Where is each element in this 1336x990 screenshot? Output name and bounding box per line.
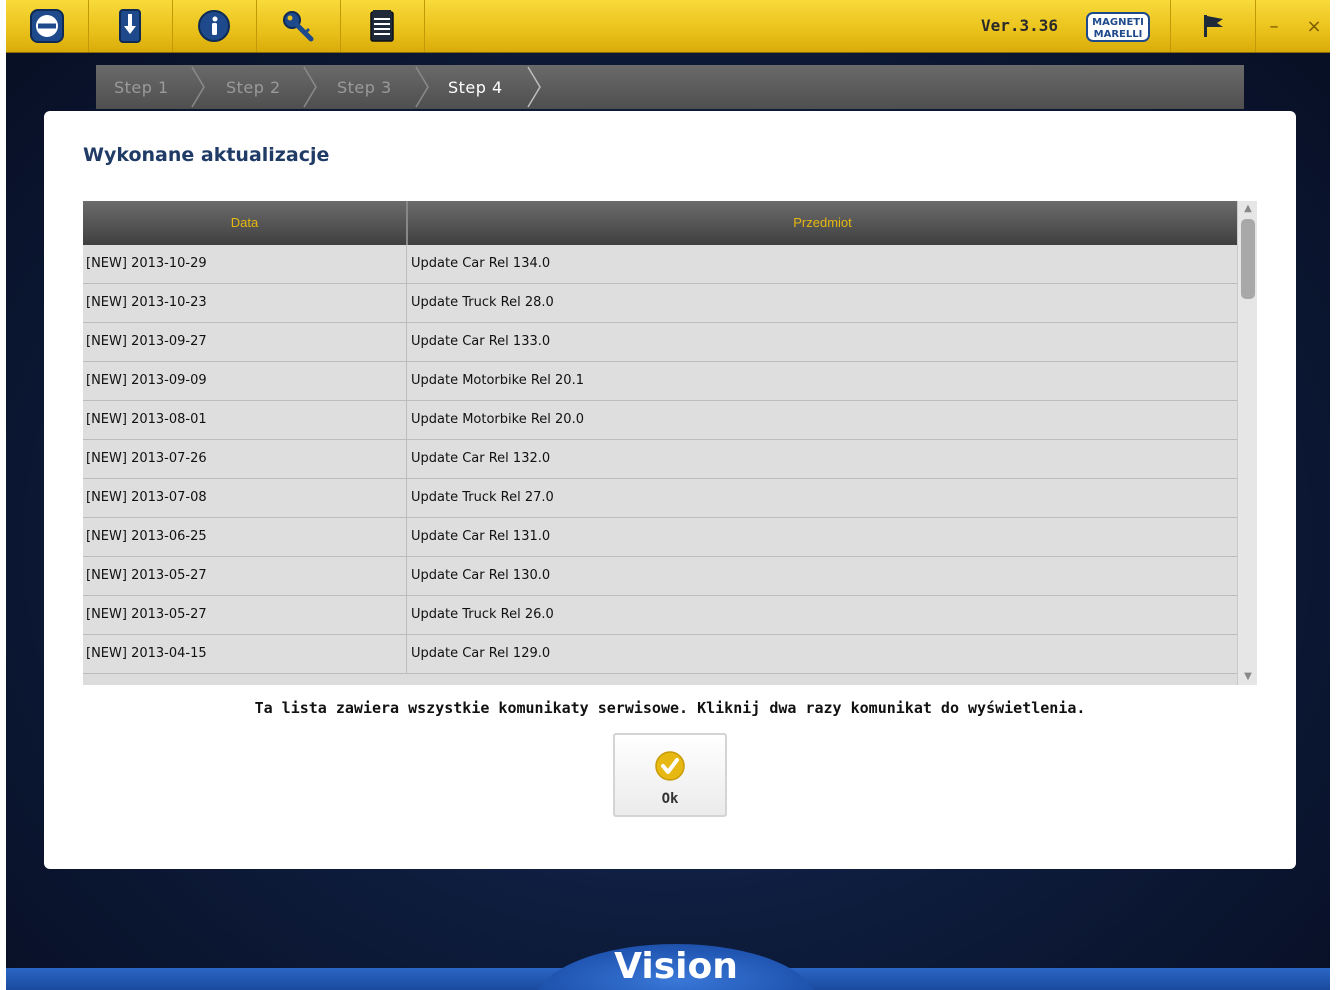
table-row[interactable]: [NEW] 2013-08-01 Update Motorbike Rel 20.… [83, 401, 1237, 440]
cell-date: [NEW] 2013-04-15 [86, 646, 207, 661]
column-divider [406, 479, 407, 517]
wizard-steps: Step 1 Step 2 Step 3 Step 4 [96, 65, 1244, 109]
cell-date: [NEW] 2013-09-09 [86, 373, 207, 388]
updates-dialog: Wykonane aktualizacje Data Przedmiot [NE… [44, 111, 1296, 869]
cell-date: [NEW] 2013-10-29 [86, 256, 207, 271]
flag-icon [1204, 15, 1223, 37]
column-divider [406, 440, 407, 478]
notepad-icon [370, 10, 394, 42]
checkmark-icon [655, 751, 685, 781]
column-divider [406, 284, 407, 322]
update-button[interactable] [88, 0, 173, 52]
cell-subject: Update Truck Rel 27.0 [411, 490, 554, 505]
cell-date: [NEW] 2013-06-25 [86, 529, 207, 544]
cell-subject: Update Car Rel 130.0 [411, 568, 551, 583]
step-separator-icon [415, 66, 429, 108]
column-divider [406, 362, 407, 400]
column-divider [406, 518, 407, 556]
scroll-down-icon[interactable]: ▼ [1238, 669, 1257, 685]
table-row[interactable]: [NEW] 2013-06-25 Update Car Rel 131.0 [83, 518, 1237, 557]
step-2: Step 2 [226, 78, 281, 97]
vision-logo: Vision [534, 944, 818, 990]
vertical-scrollbar[interactable]: ▲ ▼ [1237, 201, 1257, 685]
cell-subject: Update Car Rel 133.0 [411, 334, 551, 349]
scrollbar-thumb[interactable] [1241, 219, 1255, 299]
language-button[interactable] [1170, 0, 1256, 52]
column-divider [406, 401, 407, 439]
info-text: Ta lista zawiera wszystkie komunikaty se… [254, 699, 1086, 717]
svg-text:MARELLI: MARELLI [1094, 29, 1143, 40]
brand-logo: MAGNETI MARELLI [1086, 12, 1150, 42]
update-download-icon [119, 9, 141, 43]
cell-subject: Update Motorbike Rel 20.0 [411, 412, 584, 427]
cell-date: [NEW] 2013-08-01 [86, 412, 207, 427]
table-header: Data Przedmiot [83, 201, 1237, 245]
cell-date: [NEW] 2013-05-27 [86, 607, 207, 622]
info-button[interactable] [172, 0, 257, 52]
step-4: Step 4 [448, 78, 503, 97]
table-row[interactable]: [NEW] 2013-09-09 Update Motorbike Rel 20.… [83, 362, 1237, 401]
cell-subject: Update Car Rel 129.0 [411, 646, 551, 661]
step-separator-icon [191, 66, 205, 108]
vision-brand-text: Vision [614, 946, 738, 987]
ok-button[interactable]: Ok [613, 733, 727, 817]
close-button[interactable]: × [1300, 12, 1328, 40]
column-divider [406, 245, 407, 283]
dialog-title: Wykonane aktualizacje [83, 144, 330, 166]
step-separator-icon [303, 66, 317, 108]
svg-text:MAGNETI: MAGNETI [1092, 17, 1144, 28]
column-divider [406, 323, 407, 361]
scroll-up-icon[interactable]: ▲ [1238, 201, 1257, 217]
table-row[interactable]: [NEW] 2013-10-23 Update Truck Rel 28.0 [83, 284, 1237, 323]
cell-subject: Update Truck Rel 28.0 [411, 295, 554, 310]
cell-subject: Update Car Rel 134.0 [411, 256, 551, 271]
column-divider [406, 557, 407, 595]
cell-subject: Update Motorbike Rel 20.1 [411, 373, 584, 388]
table-row[interactable]: [NEW] 2013-04-15 Update Car Rel 129.0 [83, 635, 1237, 674]
key-button[interactable] [256, 0, 341, 52]
table-row[interactable]: [NEW] 2013-10-29 Update Car Rel 134.0 [83, 245, 1237, 284]
key-icon [283, 11, 314, 42]
top-toolbar: Ver.3.36 MAGNETI MARELLI – × [6, 0, 1330, 53]
column-divider [406, 635, 407, 673]
version-label: Ver.3.36 [981, 16, 1059, 35]
step-1: Step 1 [114, 78, 169, 97]
cell-date: [NEW] 2013-10-23 [86, 295, 207, 310]
ok-label: Ok [661, 791, 679, 807]
table-row[interactable]: [NEW] 2013-07-26 Update Car Rel 132.0 [83, 440, 1237, 479]
cell-subject: Update Car Rel 131.0 [411, 529, 551, 544]
column-header-subject[interactable]: Przedmiot [408, 201, 1237, 245]
notes-button[interactable] [340, 0, 425, 52]
cell-date: [NEW] 2013-07-08 [86, 490, 207, 505]
cell-date: [NEW] 2013-07-26 [86, 451, 207, 466]
app-window: Ver.3.36 MAGNETI MARELLI – × Step 1 Step… [6, 0, 1330, 990]
table-row[interactable]: [NEW] 2013-07-08 Update Truck Rel 27.0 [83, 479, 1237, 518]
back-button[interactable] [6, 0, 89, 52]
column-header-date[interactable]: Data [83, 201, 406, 245]
table-row[interactable]: [NEW] 2013-09-27 Update Car Rel 133.0 [83, 323, 1237, 362]
back-arrow-icon [30, 9, 64, 43]
updates-table: Data Przedmiot [NEW] 2013-10-29 Update Ca… [83, 201, 1257, 685]
minimize-button[interactable]: – [1260, 12, 1288, 40]
cell-date: [NEW] 2013-09-27 [86, 334, 207, 349]
info-icon [198, 10, 230, 42]
column-divider [406, 596, 407, 634]
cell-subject: Update Car Rel 132.0 [411, 451, 551, 466]
step-3: Step 3 [337, 78, 392, 97]
table-row[interactable]: [NEW] 2013-05-27 Update Car Rel 130.0 [83, 557, 1237, 596]
step-separator-icon [527, 66, 541, 108]
table-row[interactable]: [NEW] 2013-05-27 Update Truck Rel 26.0 [83, 596, 1237, 635]
cell-date: [NEW] 2013-05-27 [86, 568, 207, 583]
cell-subject: Update Truck Rel 26.0 [411, 607, 554, 622]
